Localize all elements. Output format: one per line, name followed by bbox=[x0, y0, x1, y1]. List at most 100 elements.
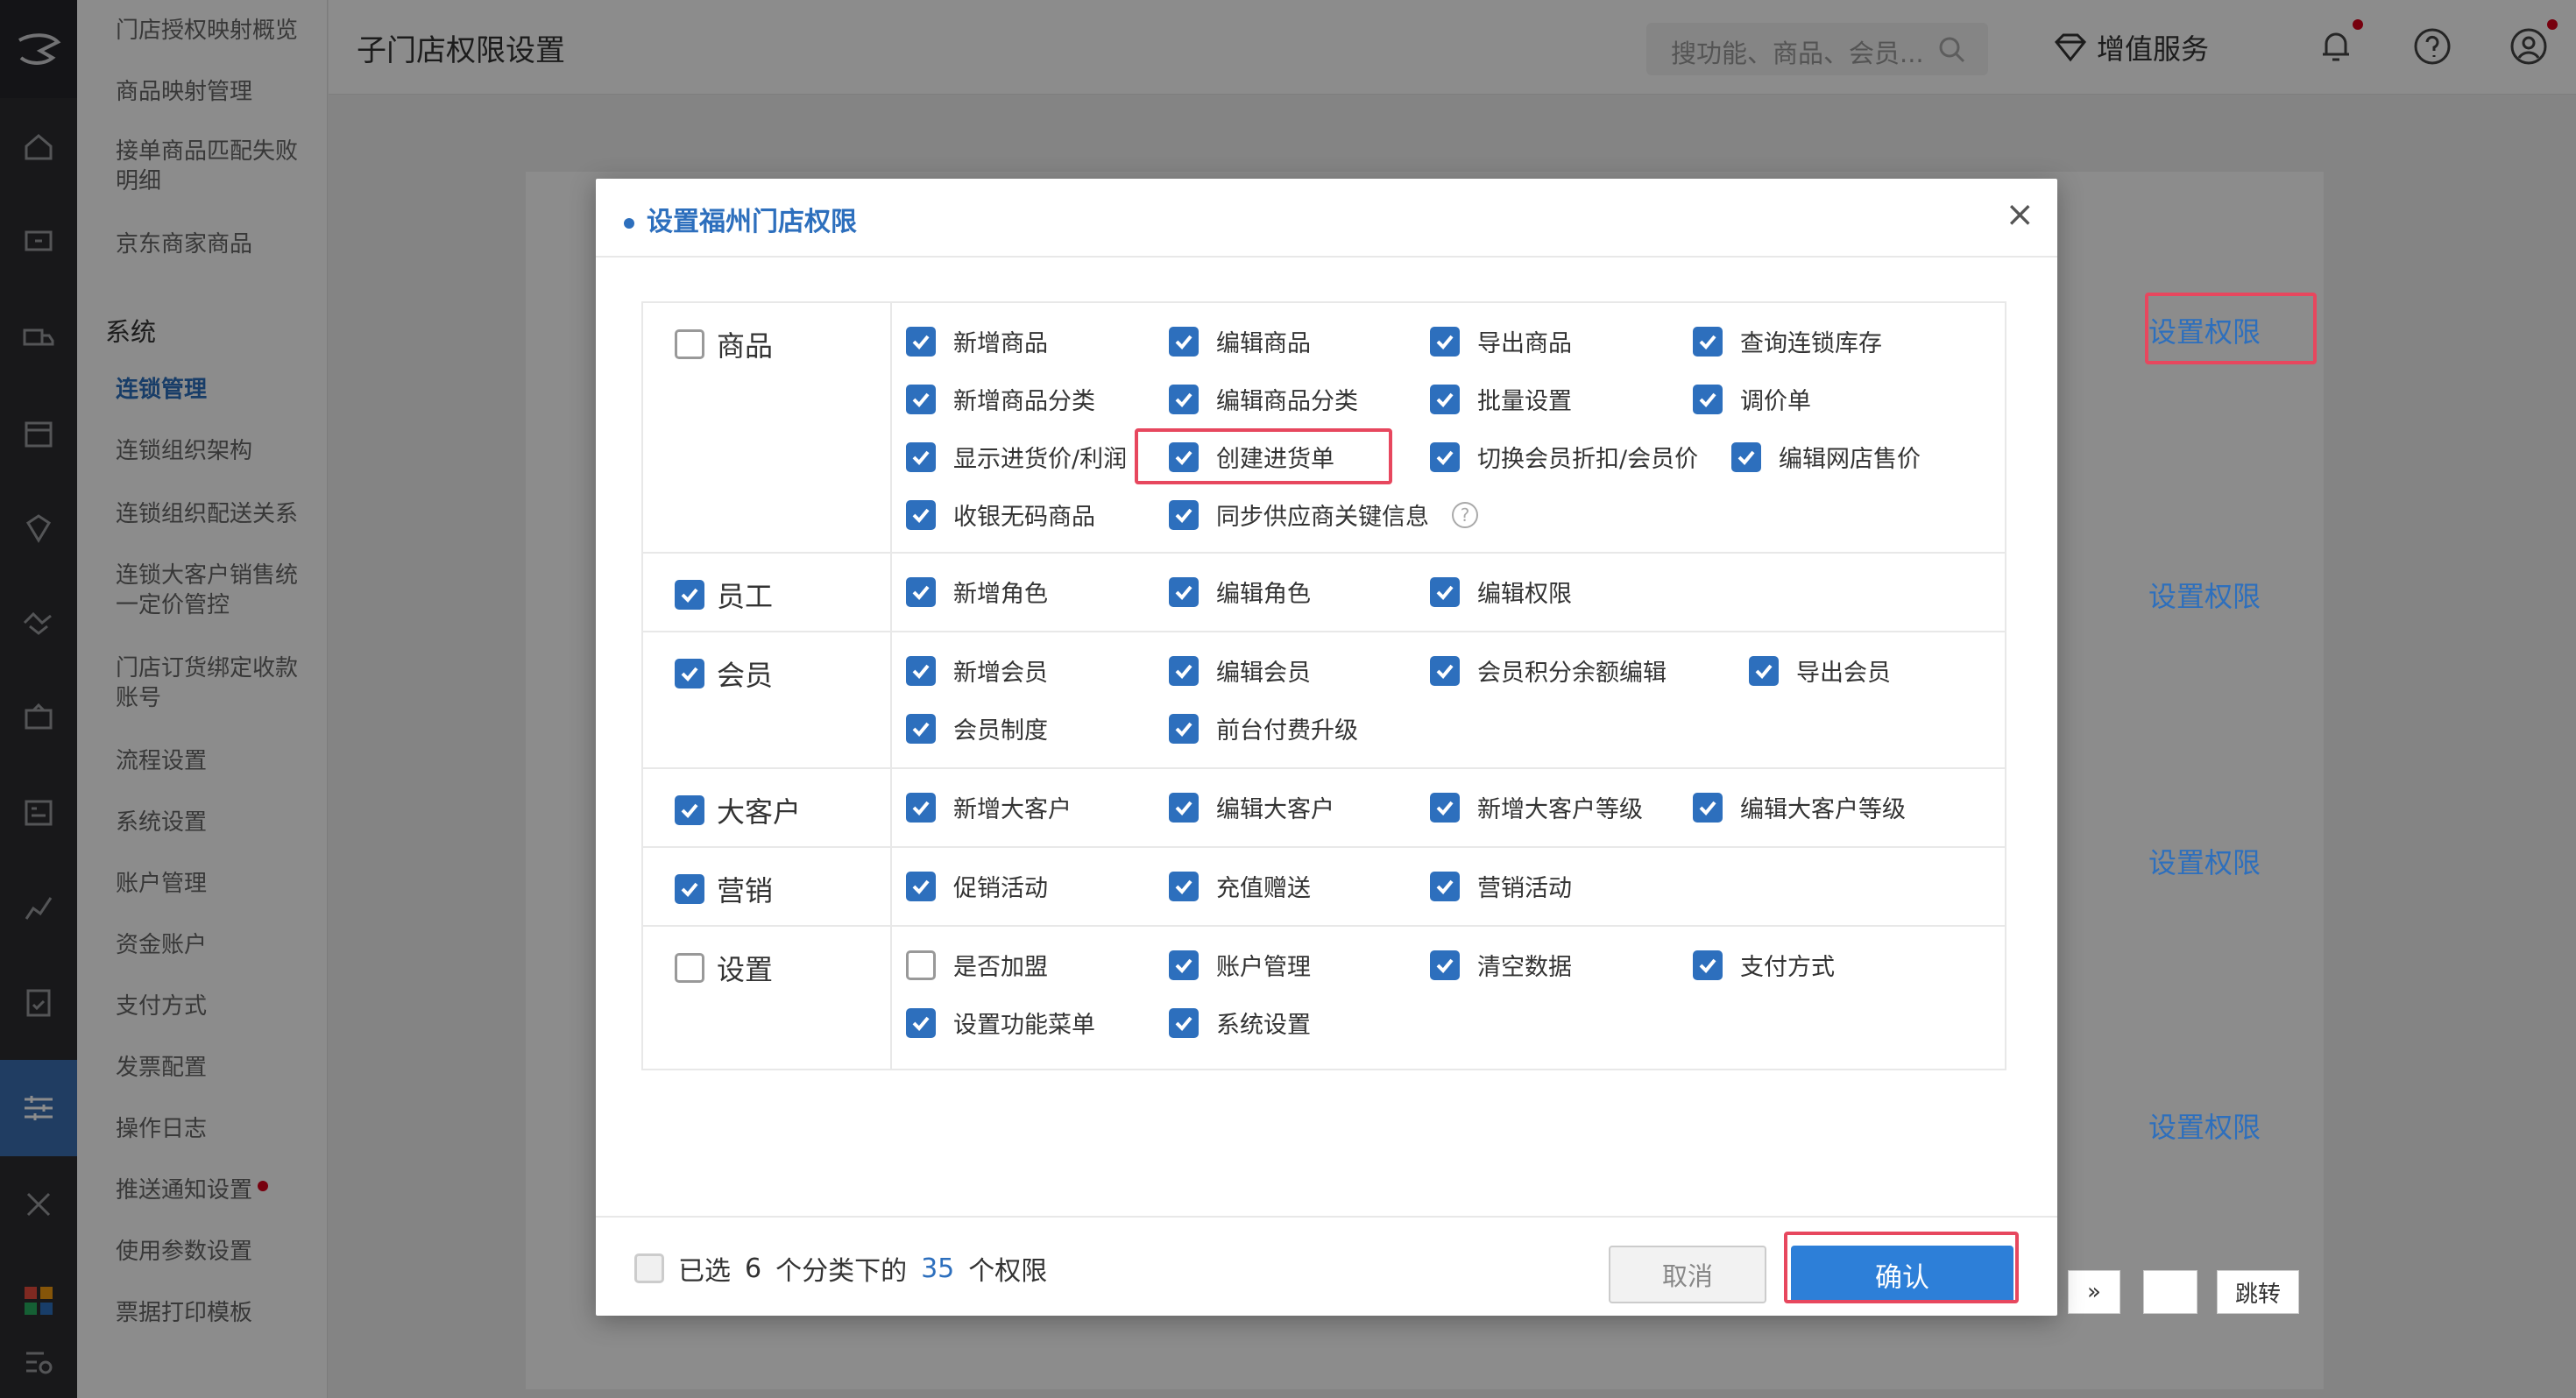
permission-item[interactable]: 清空数据 bbox=[1430, 948, 1572, 982]
checkbox[interactable] bbox=[1169, 792, 1199, 823]
checkbox[interactable] bbox=[675, 329, 704, 359]
category-checkbox-settings[interactable]: 设置 bbox=[675, 948, 773, 988]
category-checkbox-marketing[interactable]: 营销 bbox=[675, 869, 773, 909]
highlight-box-confirm bbox=[1784, 1232, 2019, 1303]
permission-item[interactable]: 新增角色 bbox=[906, 575, 1048, 609]
permission-item[interactable]: 支付方式 bbox=[1693, 948, 1835, 982]
permission-item[interactable]: 显示进货价/利润 bbox=[906, 440, 1127, 474]
checkbox[interactable] bbox=[906, 1007, 936, 1038]
category-label: 设置 bbox=[717, 953, 774, 986]
checkbox[interactable] bbox=[675, 953, 704, 983]
checkbox[interactable] bbox=[1169, 871, 1199, 901]
checkbox[interactable] bbox=[1430, 655, 1460, 686]
set-permission-link-3[interactable]: 设置权限 bbox=[2148, 841, 2261, 881]
category-checkbox-member[interactable]: 会员 bbox=[675, 653, 773, 694]
checkbox[interactable] bbox=[906, 792, 936, 823]
checkbox[interactable] bbox=[1693, 950, 1723, 980]
page-number-input[interactable] bbox=[2143, 1270, 2197, 1314]
checkbox[interactable] bbox=[1169, 950, 1199, 980]
permission-item[interactable]: 编辑角色 bbox=[1169, 575, 1311, 609]
permission-item[interactable]: 是否加盟 bbox=[906, 948, 1048, 982]
select-all-checkbox[interactable] bbox=[634, 1253, 664, 1283]
checkbox[interactable] bbox=[1169, 1007, 1199, 1038]
checkbox[interactable] bbox=[1169, 655, 1199, 686]
help-question-icon[interactable]: ? bbox=[1452, 501, 1478, 528]
permission-item[interactable]: 编辑大客户等级 bbox=[1693, 790, 1906, 824]
permission-item[interactable]: 调价单 bbox=[1693, 382, 1811, 416]
permission-item[interactable]: 导出商品 bbox=[1430, 324, 1572, 358]
permission-item[interactable]: 促销活动 bbox=[906, 869, 1048, 903]
checkbox[interactable] bbox=[675, 580, 704, 610]
permission-item[interactable]: 设置功能菜单 bbox=[906, 1006, 1095, 1040]
checkbox[interactable] bbox=[1430, 441, 1460, 472]
checkbox[interactable] bbox=[906, 326, 936, 357]
permission-item[interactable]: 会员积分余额编辑 bbox=[1430, 653, 1667, 688]
permission-item[interactable]: 新增商品分类 bbox=[906, 382, 1095, 416]
close-icon[interactable]: × bbox=[2005, 194, 2035, 235]
checkbox[interactable] bbox=[1749, 655, 1779, 686]
checkbox[interactable] bbox=[906, 441, 936, 472]
checkbox[interactable] bbox=[1430, 576, 1460, 607]
permission-item[interactable]: 新增会员 bbox=[906, 653, 1048, 688]
pagination-next[interactable]: » bbox=[2068, 1270, 2120, 1314]
checkbox[interactable] bbox=[1430, 792, 1460, 823]
jump-button[interactable]: 跳转 bbox=[2217, 1270, 2299, 1314]
permission-item[interactable]: 查询连锁库存 bbox=[1693, 324, 1882, 358]
checkbox[interactable] bbox=[1430, 326, 1460, 357]
checkbox[interactable] bbox=[675, 795, 704, 825]
permission-item[interactable]: 编辑权限 bbox=[1430, 575, 1572, 609]
checkbox[interactable] bbox=[1430, 871, 1460, 901]
category-checkbox-staff[interactable]: 员工 bbox=[675, 575, 773, 615]
permission-item[interactable]: 批量设置 bbox=[1430, 382, 1572, 416]
permission-label: 新增大客户 bbox=[953, 796, 1072, 823]
permission-item[interactable]: 收银无码商品 bbox=[906, 498, 1095, 532]
permission-item[interactable]: 新增商品 bbox=[906, 324, 1048, 358]
set-permission-link-2[interactable]: 设置权限 bbox=[2148, 575, 2261, 615]
permission-item[interactable]: 营销活动 bbox=[1430, 869, 1572, 903]
checkbox[interactable] bbox=[1693, 384, 1723, 414]
permission-item[interactable]: 编辑商品 bbox=[1169, 324, 1311, 358]
checkbox[interactable] bbox=[1430, 950, 1460, 980]
category-checkbox-vip-customer[interactable]: 大客户 bbox=[675, 790, 801, 830]
title-dot bbox=[624, 217, 634, 229]
permission-item[interactable]: 新增大客户 bbox=[906, 790, 1072, 824]
checkbox[interactable] bbox=[1169, 713, 1199, 744]
permission-item[interactable]: 编辑网店售价 bbox=[1731, 440, 1921, 474]
cancel-button[interactable]: 取消 bbox=[1609, 1246, 1766, 1303]
checkbox[interactable] bbox=[675, 874, 704, 904]
checkbox[interactable] bbox=[1693, 326, 1723, 357]
permission-label: 同步供应商关键信息 bbox=[1216, 504, 1429, 531]
checkbox[interactable] bbox=[1693, 792, 1723, 823]
permission-item[interactable]: 账户管理 bbox=[1169, 948, 1311, 982]
category-cell: 大客户 bbox=[643, 769, 892, 846]
permission-item[interactable]: 系统设置 bbox=[1169, 1006, 1311, 1040]
permission-item[interactable]: 编辑大客户 bbox=[1169, 790, 1334, 824]
checkbox[interactable] bbox=[1430, 384, 1460, 414]
permission-item[interactable]: 新增大客户等级 bbox=[1430, 790, 1643, 824]
highlight-box-set-permission bbox=[2145, 293, 2317, 364]
checkbox[interactable] bbox=[1169, 326, 1199, 357]
checkbox[interactable] bbox=[1169, 384, 1199, 414]
permission-label: 系统设置 bbox=[1216, 1012, 1311, 1039]
checkbox[interactable] bbox=[906, 871, 936, 901]
permission-item[interactable]: 前台付费升级 bbox=[1169, 711, 1358, 745]
checkbox[interactable] bbox=[906, 950, 936, 980]
permission-item[interactable]: 编辑商品分类 bbox=[1169, 382, 1358, 416]
permission-item[interactable]: 充值赠送 bbox=[1169, 869, 1311, 903]
permission-item[interactable]: 会员制度 bbox=[906, 711, 1048, 745]
checkbox[interactable] bbox=[906, 655, 936, 686]
checkbox[interactable] bbox=[1169, 576, 1199, 607]
checkbox[interactable] bbox=[906, 499, 936, 530]
permission-item[interactable]: 切换会员折扣/会员价 bbox=[1430, 440, 1698, 474]
permission-item[interactable]: 导出会员 bbox=[1749, 653, 1891, 688]
checkbox[interactable] bbox=[1169, 499, 1199, 530]
permission-item[interactable]: 编辑会员 bbox=[1169, 653, 1311, 688]
checkbox[interactable] bbox=[906, 384, 936, 414]
category-checkbox-product[interactable]: 商品 bbox=[675, 324, 773, 364]
set-permission-link-4[interactable]: 设置权限 bbox=[2148, 1105, 2261, 1146]
checkbox[interactable] bbox=[675, 659, 704, 688]
checkbox[interactable] bbox=[906, 713, 936, 744]
permission-item[interactable]: 同步供应商关键信息? bbox=[1169, 498, 1478, 532]
checkbox[interactable] bbox=[906, 576, 936, 607]
checkbox[interactable] bbox=[1731, 441, 1761, 472]
